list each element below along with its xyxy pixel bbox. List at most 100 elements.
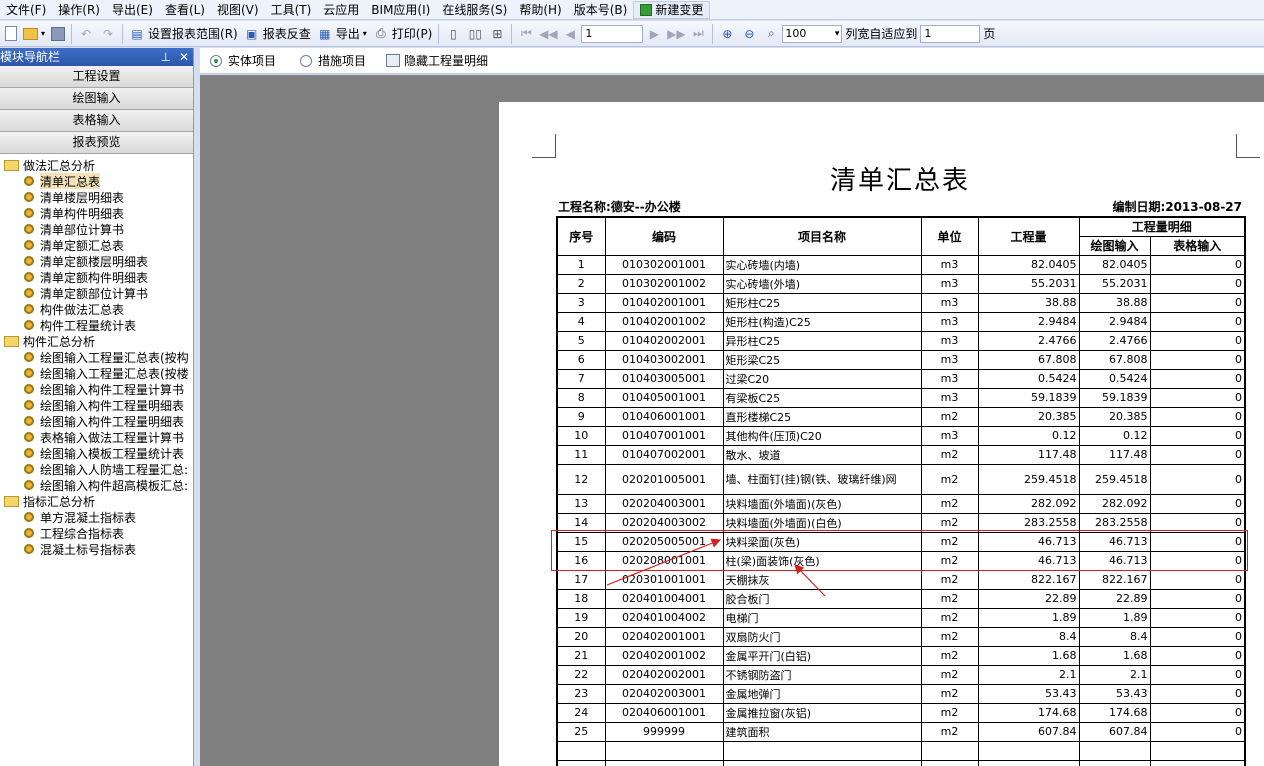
table-row[interactable]: 14 020204003002 块料墙面(外墙面)(白色) m2 283.2558 283… [556,512,1246,533]
table-row[interactable]: 8 010405001001 有梁板C25 m3 59.1839 59.1839 0 [556,387,1246,408]
zoom-in-button[interactable]: ⊕ [716,23,738,45]
table-row[interactable]: 18 020401004001 胶合板门 m2 22.89 22.89 0 [556,588,1246,609]
single-page-button[interactable]: ▯ [442,23,464,45]
tree-item[interactable]: 绘图输入模板工程量统计表 [0,445,193,461]
menu-item[interactable]: BIM应用(I) [365,0,436,20]
reverse-check-button[interactable]: ▣ 报表反查 [241,23,314,45]
export-button[interactable]: ▦ 导出 ▾ [314,23,370,45]
tree-item[interactable]: 清单部位计算书 [0,221,193,237]
nav-button[interactable]: 绘图输入 [0,88,193,110]
set-range-button[interactable]: ▤ 设置报表范围(R) [126,23,241,45]
zoom-select[interactable]: 100 ▾ [782,24,843,43]
redo-button[interactable]: ↷ [97,23,119,45]
menu-item[interactable]: 查看(L) [159,0,211,20]
new-change-button[interactable]: 新建变更 [633,0,711,19]
prev-fast-button[interactable]: ◀◀ [537,23,559,45]
next-page-button[interactable]: ▶ [643,23,665,45]
menu-item[interactable]: 版本号(B) [568,0,634,20]
cell-qty: 53.43 [977,683,1080,704]
table-row[interactable]: 22 020402002001 不锈钢防盗门 m2 2.1 2.1 0 [556,664,1246,685]
two-page-button[interactable]: ▯▯ [464,23,486,45]
page-number-input[interactable] [581,24,644,43]
table-row[interactable]: 17 020301001001 天棚抹灰 m2 822.167 822.167 0 [556,569,1246,590]
nav-button[interactable]: 表格输入 [0,110,193,132]
table-row[interactable]: 12 020201005001 墙、柱面钉(挂)钢(铁、玻璃纤维)网 m2 259.45… [556,463,1246,495]
table-row[interactable]: 23 020402003001 金属地弹门 m2 53.43 53.43 0 [556,683,1246,704]
zoom-out-button[interactable]: ⊖ [738,23,760,45]
tree-group[interactable]: 指标汇总分析 [0,493,193,509]
new-button[interactable] [2,23,20,45]
table-row[interactable]: 19 020401004002 电梯门 m2 1.89 1.89 0 [556,607,1246,628]
nav-button[interactable]: 工程设置 [0,66,193,88]
table-row[interactable]: 10 010407001001 其他构件(压顶)C20 m3 0.12 0.12 0 [556,425,1246,446]
hide-detail-button[interactable]: 隐藏工程量明细 [386,52,488,69]
tree-item[interactable]: 绘图输入工程量汇总表(按楼 [0,365,193,381]
menu-item[interactable]: 帮助(H) [513,0,567,20]
table-row[interactable]: 7 010403005001 过梁C20 m3 0.5424 0.5424 0 [556,368,1246,389]
close-icon[interactable]: ✕ [179,48,189,66]
tree-item[interactable]: 清单定额楼层明细表 [0,253,193,269]
measure-radio[interactable]: 措施项目 [296,52,382,69]
table-row[interactable]: 3 010402001001 矩形柱C25 m3 38.88 38.88 0 [556,292,1246,313]
save-button[interactable] [48,23,68,45]
cell-unit: m2 [920,702,979,723]
tree-item[interactable]: 绘图输入构件工程量计算书 [0,381,193,397]
menu-item[interactable]: 操作(R) [52,0,106,20]
tree-item[interactable]: 绘图输入构件工程量明细表 [0,413,193,429]
menu-item[interactable]: 文件(F) [0,0,52,20]
table-row[interactable]: 2 010302001002 实心砖墙(外墙) m3 55.2031 55.2031 0 [556,273,1246,294]
tree-item[interactable]: 清单楼层明细表 [0,189,193,205]
table-row[interactable]: 9 010406001001 直形楼梯C25 m2 20.385 20.385 0 [556,406,1246,427]
tree-item[interactable]: 清单构件明细表 [0,205,193,221]
menu-item[interactable]: 在线服务(S) [436,0,513,20]
open-button[interactable]: ▾ [20,23,48,45]
pin-icon[interactable]: ⊥ [160,48,170,66]
table-row[interactable]: 16 020208001001 柱(梁)面装饰(灰色) m2 46.713 46.713 0 [556,550,1246,571]
menu-item[interactable]: 云应用 [317,0,365,20]
menu-item[interactable]: 导出(E) [106,0,159,20]
tree-item[interactable]: 单方混凝土指标表 [0,509,193,525]
tree-item[interactable]: 绘图输入构件超高模板汇总: [0,477,193,493]
table-row[interactable]: 13 020204003001 块料墙面(外墙面)(灰色) m2 282.092 282.… [556,493,1246,514]
table-row[interactable]: 24 020406001001 金属推拉窗(灰铝) m2 174.68 174.68 0 [556,702,1246,723]
table-row[interactable]: 25 999999 建筑面积 m2 607.84 607.84 0 [556,721,1246,742]
table-row[interactable]: 4 010402001002 矩形柱(构造)C25 m3 2.9484 2.9484 0 [556,311,1246,332]
table-row[interactable]: 20 020402001001 双扇防火门 m2 8.4 8.4 0 [556,626,1246,647]
tree-item[interactable]: 清单定额汇总表 [0,237,193,253]
zoom-button[interactable]: ⌕ [760,23,782,45]
first-page-button[interactable]: ⏮ [515,23,537,45]
tree-item[interactable]: 构件做法汇总表 [0,301,193,317]
tree-item[interactable]: 清单定额构件明细表 [0,269,193,285]
nav-button[interactable]: 报表预览 [0,132,193,154]
table-row[interactable]: 1 010302001001 实心砖墙(内墙) m3 82.0405 82.0405 0 [556,254,1246,275]
last-page-button[interactable]: ⏭ [687,23,709,45]
tree-item[interactable]: 绘图输入工程量汇总表(按构 [0,349,193,365]
fit-pages-input[interactable] [920,24,981,43]
prev-page-button[interactable]: ◀ [559,23,581,45]
table-row[interactable]: 5 010402002001 异形柱C25 m3 2.4766 2.4766 0 [556,330,1246,351]
tree-item[interactable]: 绘图输入构件工程量明细表 [0,397,193,413]
tree-item[interactable]: 清单定额部位计算书 [0,285,193,301]
menu-item[interactable]: 视图(V) [211,0,265,20]
table-row[interactable]: 6 010403002001 矩形梁C25 m3 67.808 67.808 0 [556,349,1246,370]
multi-page-button[interactable]: ⊞ [486,23,508,45]
undo-button[interactable]: ↶ [75,23,97,45]
table-row[interactable]: 11 010407002001 散水、坡道 m2 117.48 117.48 0 [556,444,1246,465]
print-button[interactable]: ⎙ 打印(P) [370,23,436,45]
next-fast-button[interactable]: ▶▶ [665,23,687,45]
tree-item[interactable]: 表格输入做法工程量计算书 [0,429,193,445]
table-row[interactable]: 21 020402001002 金属平开门(白铝) m2 1.68 1.68 0 [556,645,1246,666]
tree-item[interactable]: 构件工程量统计表 [0,317,193,333]
cell-seq: 16 [556,550,606,571]
table-row[interactable]: 15 020205005001 块料梁面(灰色) m2 46.713 46.713 0 [556,531,1246,552]
tree-item[interactable]: 清单汇总表 [0,173,193,189]
tree-item[interactable]: 绘图输入人防墙工程量汇总: [0,461,193,477]
menu-item[interactable]: 工具(T) [265,0,318,20]
crop-mark [1236,134,1260,158]
tree-group[interactable]: 做法汇总分析 [0,157,193,173]
tree-item[interactable]: 工程综合指标表 [0,525,193,541]
tree-item[interactable]: 混凝土标号指标表 [0,541,193,557]
entity-radio[interactable]: 实体项目 [206,52,292,69]
cell-seq: 13 [556,493,606,514]
tree-group[interactable]: 构件汇总分析 [0,333,193,349]
